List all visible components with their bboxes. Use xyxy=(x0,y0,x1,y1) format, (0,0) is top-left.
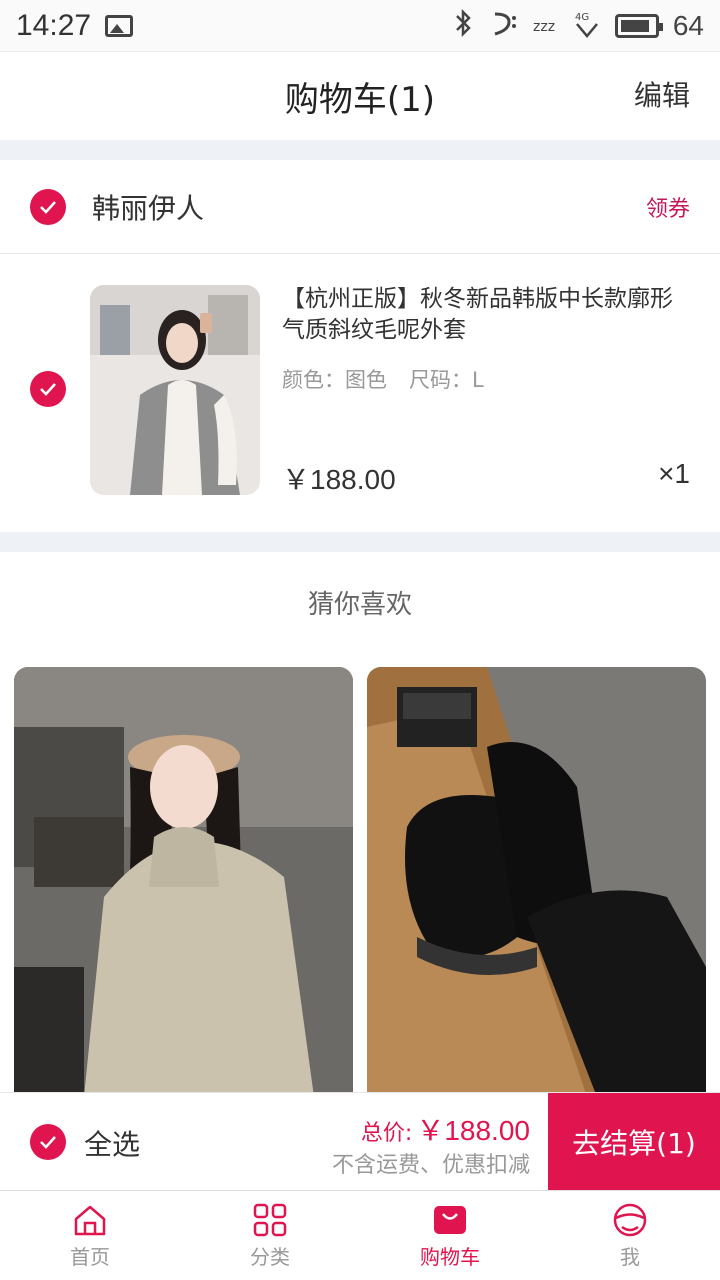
select-all-checkbox[interactable] xyxy=(30,1124,66,1160)
coupon-button[interactable]: 领券 xyxy=(646,191,690,223)
section-divider xyxy=(0,532,720,552)
edit-button[interactable]: 编辑 xyxy=(634,74,690,114)
checkmark-icon xyxy=(40,383,56,396)
svg-text:zzz: zzz xyxy=(533,19,555,35)
shop-row: 韩丽伊人 领券 xyxy=(0,160,720,254)
tab-cart[interactable]: 购物车 xyxy=(360,1191,540,1280)
product-quantity[interactable]: ×1 xyxy=(658,458,690,490)
shop-checkbox[interactable] xyxy=(30,188,66,225)
signal-4g-icon: 4G xyxy=(573,8,601,44)
product-thumbnail[interactable] xyxy=(90,285,260,495)
tab-profile[interactable]: 我 xyxy=(540,1191,720,1280)
tab-label: 分类 xyxy=(250,1245,290,1269)
home-icon xyxy=(74,1205,106,1236)
tab-label: 首页 xyxy=(70,1245,110,1269)
recommend-product-card[interactable] xyxy=(367,667,706,1097)
product-title[interactable]: 【杭州正版】秋冬新品韩版中长款廓形气质斜纹毛呢外套 xyxy=(282,284,692,346)
shipping-note: 不含运费、优惠扣减 xyxy=(331,1153,530,1178)
battery-icon xyxy=(614,13,663,38)
total-value: ￥188.00 xyxy=(416,1115,530,1146)
item-checkbox[interactable] xyxy=(30,371,66,407)
product-spec: 颜色：图色 尺码：L xyxy=(282,364,484,394)
total-label: 总价: xyxy=(360,1121,413,1146)
checkout-button[interactable]: 去结算(1) xyxy=(548,1093,720,1191)
status-time: 14:27 xyxy=(16,8,92,42)
status-icons: zzz 4G 64 xyxy=(453,8,704,44)
cart-icon xyxy=(434,1206,466,1234)
product-color: 颜色：图色 xyxy=(282,368,387,392)
total-price: 总价: ￥188.00 xyxy=(361,1109,530,1149)
checkout-bar: 全选 总价: ￥188.00 不含运费、优惠扣减 去结算(1) xyxy=(0,1092,720,1191)
bluetooth-icon xyxy=(453,8,475,44)
shop-name[interactable]: 韩丽伊人 xyxy=(92,187,204,227)
tab-label: 购物车 xyxy=(420,1245,480,1269)
tab-label: 我 xyxy=(620,1245,640,1269)
select-all-label[interactable]: 全选 xyxy=(84,1123,140,1163)
profile-icon xyxy=(613,1203,647,1237)
tab-category[interactable]: 分类 xyxy=(180,1191,360,1280)
checkmark-icon xyxy=(40,200,56,214)
status-bar: 14:27 zzz 4G 64 xyxy=(0,0,720,52)
image-icon xyxy=(105,14,134,37)
checkmark-icon xyxy=(40,1136,56,1149)
cart-header: 购物车(1) 编辑 xyxy=(0,52,720,140)
product-price: ￥188.00 xyxy=(282,464,396,495)
cart-item: 【杭州正版】秋冬新品韩版中长款廓形气质斜纹毛呢外套 颜色：图色 尺码：L ￥188… xyxy=(0,254,720,532)
recommend-title: 猜你喜欢 xyxy=(307,590,412,620)
grid-icon xyxy=(253,1203,287,1237)
product-size: 尺码：L xyxy=(409,368,484,392)
recommend-product-card[interactable] xyxy=(14,667,353,1097)
battery-percent: 64 xyxy=(672,9,704,41)
sleep-icon: zzz xyxy=(533,11,559,41)
section-divider xyxy=(0,140,720,160)
tab-home[interactable]: 首页 xyxy=(0,1191,180,1280)
bottom-tab-bar: 首页 分类 购物车 我 xyxy=(0,1190,720,1280)
svg-text:4G: 4G xyxy=(575,12,589,23)
mute-icon xyxy=(489,8,519,44)
page-title: 购物车(1) xyxy=(284,79,436,120)
